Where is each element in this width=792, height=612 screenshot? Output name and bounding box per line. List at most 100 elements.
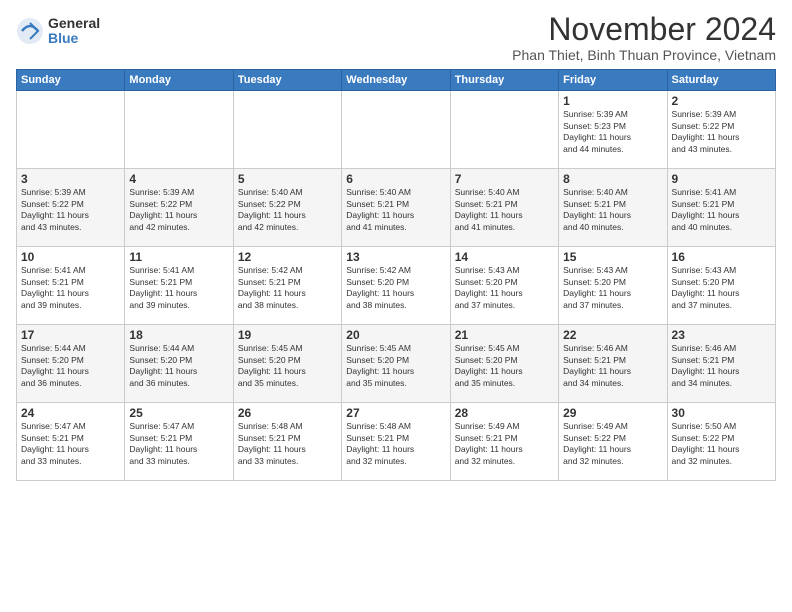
- week-row-3: 17Sunrise: 5:44 AM Sunset: 5:20 PM Dayli…: [17, 325, 776, 403]
- day-cell: [17, 91, 125, 169]
- day-number: 5: [238, 172, 337, 186]
- calendar-header: Sunday Monday Tuesday Wednesday Thursday…: [17, 70, 776, 91]
- logo-blue-text: Blue: [48, 31, 100, 46]
- day-cell: 8Sunrise: 5:40 AM Sunset: 5:21 PM Daylig…: [559, 169, 667, 247]
- day-number: 3: [21, 172, 120, 186]
- day-cell: 24Sunrise: 5:47 AM Sunset: 5:21 PM Dayli…: [17, 403, 125, 481]
- header-wednesday: Wednesday: [342, 70, 450, 91]
- header: General Blue November 2024 Phan Thiet, B…: [16, 12, 776, 63]
- day-info: Sunrise: 5:43 AM Sunset: 5:20 PM Dayligh…: [672, 265, 771, 311]
- calendar-table: Sunday Monday Tuesday Wednesday Thursday…: [16, 69, 776, 481]
- day-info: Sunrise: 5:45 AM Sunset: 5:20 PM Dayligh…: [455, 343, 554, 389]
- title-block: November 2024 Phan Thiet, Binh Thuan Pro…: [512, 12, 776, 63]
- day-info: Sunrise: 5:42 AM Sunset: 5:21 PM Dayligh…: [238, 265, 337, 311]
- day-cell: 7Sunrise: 5:40 AM Sunset: 5:21 PM Daylig…: [450, 169, 558, 247]
- day-cell: 22Sunrise: 5:46 AM Sunset: 5:21 PM Dayli…: [559, 325, 667, 403]
- calendar-page: General Blue November 2024 Phan Thiet, B…: [0, 0, 792, 612]
- day-info: Sunrise: 5:47 AM Sunset: 5:21 PM Dayligh…: [129, 421, 228, 467]
- day-number: 17: [21, 328, 120, 342]
- day-number: 7: [455, 172, 554, 186]
- day-info: Sunrise: 5:40 AM Sunset: 5:22 PM Dayligh…: [238, 187, 337, 233]
- day-number: 11: [129, 250, 228, 264]
- day-cell: 6Sunrise: 5:40 AM Sunset: 5:21 PM Daylig…: [342, 169, 450, 247]
- day-cell: [233, 91, 341, 169]
- day-cell: 3Sunrise: 5:39 AM Sunset: 5:22 PM Daylig…: [17, 169, 125, 247]
- day-number: 1: [563, 94, 662, 108]
- week-row-2: 10 Sunrise: 5:41 AM Sunset: 5:21 PM Dayli…: [17, 247, 776, 325]
- day-info: Sunrise: 5:48 AM Sunset: 5:21 PM Dayligh…: [346, 421, 445, 467]
- day-number: 18: [129, 328, 228, 342]
- day-number: 19: [238, 328, 337, 342]
- header-row: Sunday Monday Tuesday Wednesday Thursday…: [17, 70, 776, 91]
- logo-general-text: General: [48, 16, 100, 31]
- day-cell: 26Sunrise: 5:48 AM Sunset: 5:21 PM Dayli…: [233, 403, 341, 481]
- logo: General Blue: [16, 16, 100, 47]
- calendar-body: 1Sunrise: 5:39 AM Sunset: 5:23 PM Daylig…: [17, 91, 776, 481]
- day-cell: 15Sunrise: 5:43 AM Sunset: 5:20 PM Dayli…: [559, 247, 667, 325]
- day-number: 29: [563, 406, 662, 420]
- day-number: 13: [346, 250, 445, 264]
- day-info: Sunrise: 5:41 AM Sunset: 5:21 PM Dayligh…: [672, 187, 771, 233]
- week-row-4: 24 Sunrise: 5:47 AM Sunset: 5:21 PM Dayli…: [17, 403, 776, 481]
- day-cell: 16Sunrise: 5:43 AM Sunset: 5:20 PM Dayli…: [667, 247, 775, 325]
- header-monday: Monday: [125, 70, 233, 91]
- day-number: 14: [455, 250, 554, 264]
- logo-icon: [16, 17, 44, 45]
- day-cell: 10Sunrise: 5:41 AM Sunset: 5:21 PM Dayli…: [17, 247, 125, 325]
- day-number: 20: [346, 328, 445, 342]
- day-cell: 23Sunrise: 5:46 AM Sunset: 5:21 PM Dayli…: [667, 325, 775, 403]
- day-info: Sunrise: 5:50 AM Sunset: 5:22 PM Dayligh…: [672, 421, 771, 467]
- day-info: Sunrise: 5:44 AM Sunset: 5:20 PM Dayligh…: [21, 343, 120, 389]
- day-info: Sunrise: 5:39 AM Sunset: 5:22 PM Dayligh…: [21, 187, 120, 233]
- day-number: 15: [563, 250, 662, 264]
- day-info: Sunrise: 5:43 AM Sunset: 5:20 PM Dayligh…: [563, 265, 662, 311]
- day-info: Sunrise: 5:40 AM Sunset: 5:21 PM Dayligh…: [563, 187, 662, 233]
- day-cell: 18Sunrise: 5:44 AM Sunset: 5:20 PM Dayli…: [125, 325, 233, 403]
- day-info: Sunrise: 5:46 AM Sunset: 5:21 PM Dayligh…: [672, 343, 771, 389]
- day-cell: 9Sunrise: 5:41 AM Sunset: 5:21 PM Daylig…: [667, 169, 775, 247]
- day-cell: 25Sunrise: 5:47 AM Sunset: 5:21 PM Dayli…: [125, 403, 233, 481]
- day-cell: 5Sunrise: 5:40 AM Sunset: 5:22 PM Daylig…: [233, 169, 341, 247]
- day-info: Sunrise: 5:43 AM Sunset: 5:20 PM Dayligh…: [455, 265, 554, 311]
- day-number: 4: [129, 172, 228, 186]
- day-info: Sunrise: 5:46 AM Sunset: 5:21 PM Dayligh…: [563, 343, 662, 389]
- day-cell: 27Sunrise: 5:48 AM Sunset: 5:21 PM Dayli…: [342, 403, 450, 481]
- day-cell: 20Sunrise: 5:45 AM Sunset: 5:20 PM Dayli…: [342, 325, 450, 403]
- day-cell: 29Sunrise: 5:49 AM Sunset: 5:22 PM Dayli…: [559, 403, 667, 481]
- day-cell: 13Sunrise: 5:42 AM Sunset: 5:20 PM Dayli…: [342, 247, 450, 325]
- day-cell: [450, 91, 558, 169]
- day-cell: 21Sunrise: 5:45 AM Sunset: 5:20 PM Dayli…: [450, 325, 558, 403]
- day-cell: [125, 91, 233, 169]
- day-cell: 28Sunrise: 5:49 AM Sunset: 5:21 PM Dayli…: [450, 403, 558, 481]
- day-info: Sunrise: 5:41 AM Sunset: 5:21 PM Dayligh…: [129, 265, 228, 311]
- day-number: 9: [672, 172, 771, 186]
- day-number: 26: [238, 406, 337, 420]
- logo-text: General Blue: [48, 16, 100, 47]
- day-number: 10: [21, 250, 120, 264]
- day-cell: 17Sunrise: 5:44 AM Sunset: 5:20 PM Dayli…: [17, 325, 125, 403]
- day-info: Sunrise: 5:42 AM Sunset: 5:20 PM Dayligh…: [346, 265, 445, 311]
- day-number: 16: [672, 250, 771, 264]
- day-info: Sunrise: 5:48 AM Sunset: 5:21 PM Dayligh…: [238, 421, 337, 467]
- day-info: Sunrise: 5:40 AM Sunset: 5:21 PM Dayligh…: [346, 187, 445, 233]
- month-title: November 2024: [512, 12, 776, 47]
- day-info: Sunrise: 5:39 AM Sunset: 5:22 PM Dayligh…: [129, 187, 228, 233]
- header-saturday: Saturday: [667, 70, 775, 91]
- week-row-1: 3Sunrise: 5:39 AM Sunset: 5:22 PM Daylig…: [17, 169, 776, 247]
- day-cell: 11Sunrise: 5:41 AM Sunset: 5:21 PM Dayli…: [125, 247, 233, 325]
- day-number: 22: [563, 328, 662, 342]
- header-tuesday: Tuesday: [233, 70, 341, 91]
- day-number: 21: [455, 328, 554, 342]
- header-friday: Friday: [559, 70, 667, 91]
- day-number: 24: [21, 406, 120, 420]
- day-cell: 19Sunrise: 5:45 AM Sunset: 5:20 PM Dayli…: [233, 325, 341, 403]
- day-number: 30: [672, 406, 771, 420]
- day-cell: 1Sunrise: 5:39 AM Sunset: 5:23 PM Daylig…: [559, 91, 667, 169]
- day-number: 6: [346, 172, 445, 186]
- day-cell: 2Sunrise: 5:39 AM Sunset: 5:22 PM Daylig…: [667, 91, 775, 169]
- day-cell: 30Sunrise: 5:50 AM Sunset: 5:22 PM Dayli…: [667, 403, 775, 481]
- header-thursday: Thursday: [450, 70, 558, 91]
- day-cell: 12Sunrise: 5:42 AM Sunset: 5:21 PM Dayli…: [233, 247, 341, 325]
- day-info: Sunrise: 5:39 AM Sunset: 5:23 PM Dayligh…: [563, 109, 662, 155]
- day-info: Sunrise: 5:45 AM Sunset: 5:20 PM Dayligh…: [238, 343, 337, 389]
